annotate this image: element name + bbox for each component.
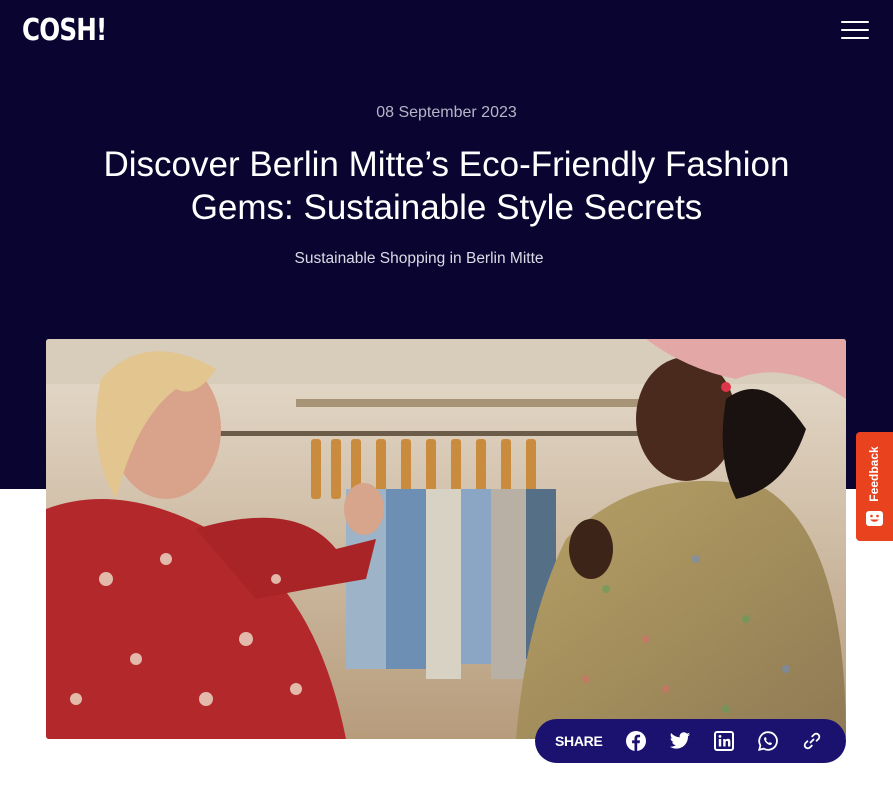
share-bar: SHARE <box>535 719 846 763</box>
menu-line <box>841 37 869 39</box>
cosh-logo[interactable]: COSH! <box>22 13 107 49</box>
feedback-label: Feedback <box>867 446 881 502</box>
article-subtitle: Sustainable Shopping in Berlin Mitte <box>294 250 544 267</box>
share-label: SHARE <box>555 733 603 749</box>
menu-line <box>841 21 869 23</box>
article-title: Discover Berlin Mitte’s Eco-Friendly Fas… <box>103 145 790 227</box>
feedback-tab[interactable]: Feedback <box>856 432 893 541</box>
hamburger-menu-icon[interactable] <box>840 18 870 42</box>
menu-line <box>841 29 869 31</box>
linkedin-icon[interactable] <box>713 730 735 752</box>
hero-image <box>46 339 846 739</box>
facebook-icon[interactable] <box>625 730 647 752</box>
article-date: 08 September 2023 <box>376 104 517 121</box>
feedback-face-icon <box>866 511 883 526</box>
link-icon[interactable] <box>801 730 823 752</box>
whatsapp-icon[interactable] <box>757 730 779 752</box>
twitter-icon[interactable] <box>669 730 691 752</box>
